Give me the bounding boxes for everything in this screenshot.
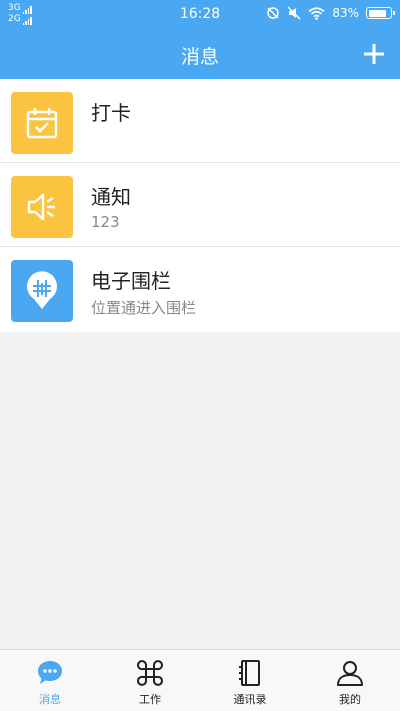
tab-label: 工作 (139, 693, 161, 706)
nav-bar: 消息 (0, 30, 400, 79)
tab-label: 通讯录 (233, 693, 267, 706)
speaker-icon (27, 193, 55, 221)
person-icon (337, 661, 363, 686)
battery-icon (366, 7, 395, 19)
chat-bubble-icon (38, 661, 62, 684)
tab-profile[interactable]: 我的 (300, 650, 400, 711)
alarm-off-icon (267, 7, 280, 19)
item-subtitle: 123 (91, 213, 120, 231)
item-subtitle: 位置通进入围栏 (91, 299, 197, 317)
tab-work[interactable]: 工作 (100, 650, 200, 711)
tab-label: 消息 (39, 693, 61, 706)
command-icon (137, 660, 163, 686)
speaker-tile (11, 176, 73, 238)
geofence-pin-icon (27, 271, 57, 309)
contacts-book-icon (239, 660, 260, 686)
message-list: 打卡 通知 123 电子围栏 位置通进入围栏 (0, 79, 400, 332)
tab-label: 我的 (339, 693, 361, 706)
list-item[interactable]: 通知 123 (0, 163, 400, 247)
status-bar: 3G 2G 16:28 83% (0, 0, 400, 30)
item-title: 电子围栏 (91, 269, 171, 293)
list-item[interactable]: 打卡 (0, 79, 400, 163)
tab-bar: 消息 工作 通讯录 我的 (0, 649, 400, 711)
plus-icon[interactable] (362, 42, 386, 66)
calendar-tile (11, 92, 73, 154)
mute-icon (287, 6, 301, 20)
calendar-check-icon (26, 108, 58, 139)
tab-contacts[interactable]: 通讯录 (200, 650, 300, 711)
item-title: 打卡 (91, 101, 131, 125)
geofence-tile (11, 260, 73, 322)
list-item[interactable]: 电子围栏 位置通进入围栏 (0, 247, 400, 332)
tab-messages[interactable]: 消息 (0, 650, 100, 711)
item-title: 通知 (91, 185, 131, 209)
system-icons: 83% (266, 6, 395, 20)
battery-percent: 83% (332, 6, 359, 20)
page-title: 消息 (180, 46, 219, 68)
wifi-icon (308, 6, 325, 20)
top-bar: 3G 2G 16:28 83% 消息 (0, 0, 400, 79)
